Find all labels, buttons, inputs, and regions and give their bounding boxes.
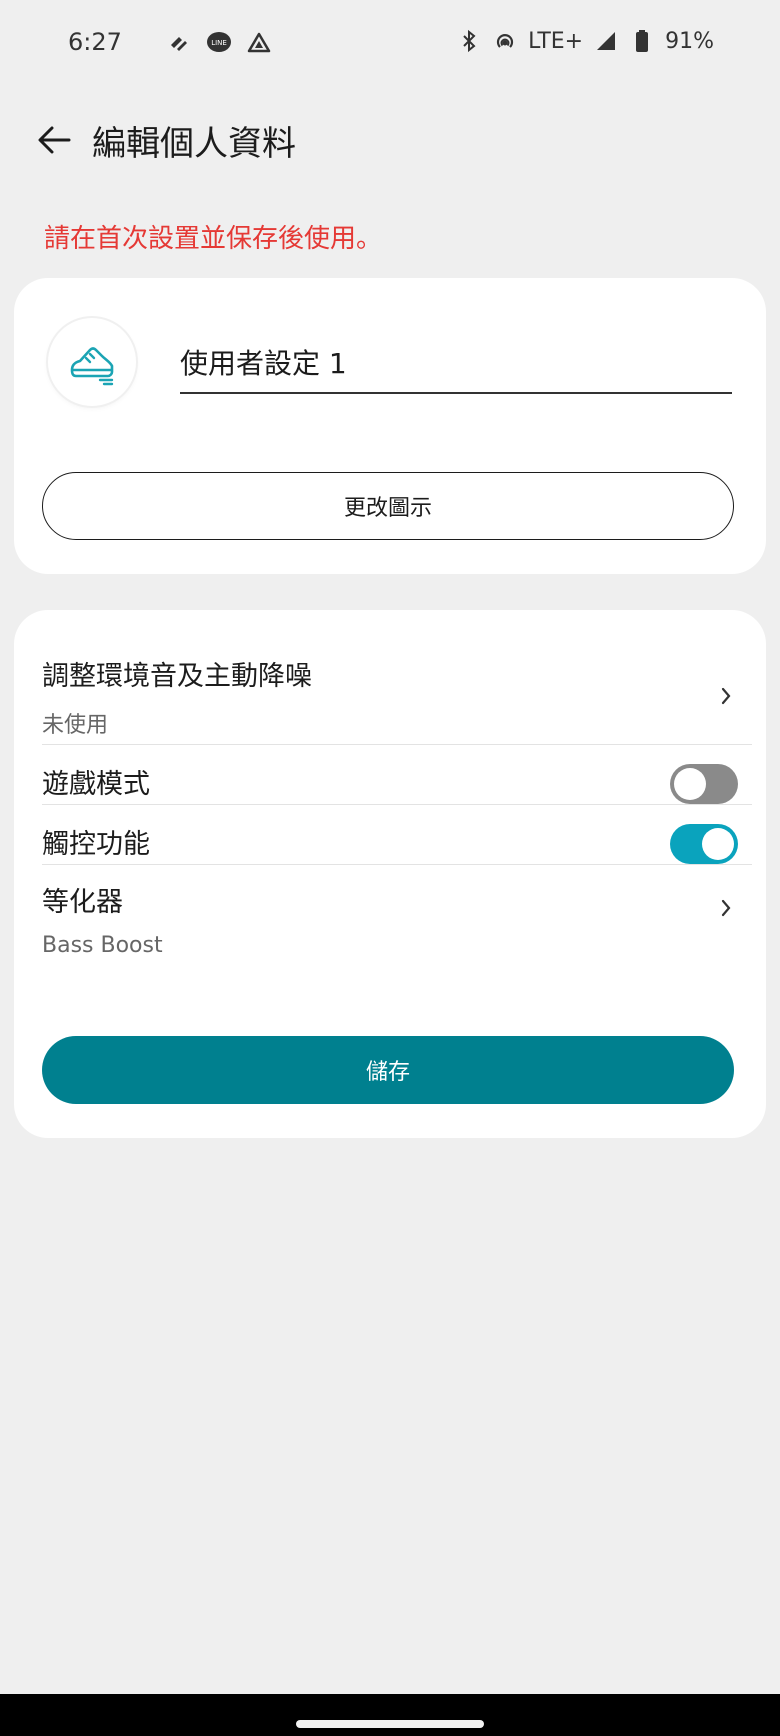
chevron-right-icon — [716, 898, 736, 918]
battery-level: 91% — [665, 28, 714, 54]
signal-icon — [593, 28, 619, 54]
chevron-right-icon — [716, 686, 736, 706]
system-status: LTE+ 91% — [456, 28, 714, 54]
warning-message: 請在首次設置並保存後使用。 — [44, 224, 383, 254]
game-mode-title: 遊戲模式 — [42, 769, 150, 800]
settings-card: 調整環境音及主動降噪 未使用 遊戲模式 觸控功能 等化器 Bass Boost … — [14, 610, 766, 1138]
touch-control-row: 觸控功能 — [42, 822, 752, 862]
profile-avatar[interactable] — [48, 318, 136, 406]
ambient-sound-title: 調整環境音及主動降噪 — [42, 661, 312, 692]
drive-icon — [246, 30, 272, 56]
profile-name-input[interactable] — [180, 342, 732, 382]
equalizer-subtitle: Bass Boost — [42, 933, 163, 958]
battery-icon — [629, 28, 655, 54]
game-mode-row: 遊戲模式 — [42, 762, 752, 802]
line-app-icon: LINE — [206, 30, 232, 56]
navigation-bar — [0, 1694, 780, 1736]
back-button[interactable] — [30, 120, 78, 160]
ambient-sound-subtitle: 未使用 — [42, 713, 109, 738]
equalizer-row[interactable]: 等化器 Bass Boost — [42, 880, 752, 964]
change-icon-button[interactable]: 更改圖示 — [42, 472, 734, 540]
status-bar: 6:27 LINE LTE+ 91% — [0, 0, 780, 90]
profile-card: 更改圖示 — [14, 278, 766, 574]
toggle-knob — [702, 828, 734, 860]
hotspot-icon — [492, 28, 518, 54]
touch-control-title: 觸控功能 — [42, 829, 150, 860]
divider — [42, 864, 752, 865]
notification-icons: LINE — [166, 30, 272, 56]
profile-name-field[interactable] — [180, 342, 732, 394]
equalizer-title: 等化器 — [42, 887, 123, 918]
toggle-knob — [674, 768, 706, 800]
status-time: 6:27 — [68, 28, 122, 56]
app-bar: 編輯個人資料 — [0, 100, 780, 180]
page-title: 編輯個人資料 — [92, 124, 296, 164]
home-gesture-handle[interactable] — [296, 1720, 484, 1728]
svg-text:LINE: LINE — [211, 39, 227, 47]
arrow-left-icon — [38, 126, 71, 154]
save-button[interactable]: 儲存 — [42, 1036, 734, 1104]
touch-control-toggle[interactable] — [670, 824, 738, 864]
bluetooth-icon — [456, 28, 482, 54]
ambient-sound-row[interactable]: 調整環境音及主動降噪 未使用 — [42, 654, 752, 738]
divider — [42, 744, 752, 745]
pinwheel-icon — [166, 30, 192, 56]
game-mode-toggle[interactable] — [670, 764, 738, 804]
divider — [42, 804, 752, 805]
network-type: LTE+ — [528, 28, 584, 54]
running-shoe-icon — [70, 347, 114, 386]
